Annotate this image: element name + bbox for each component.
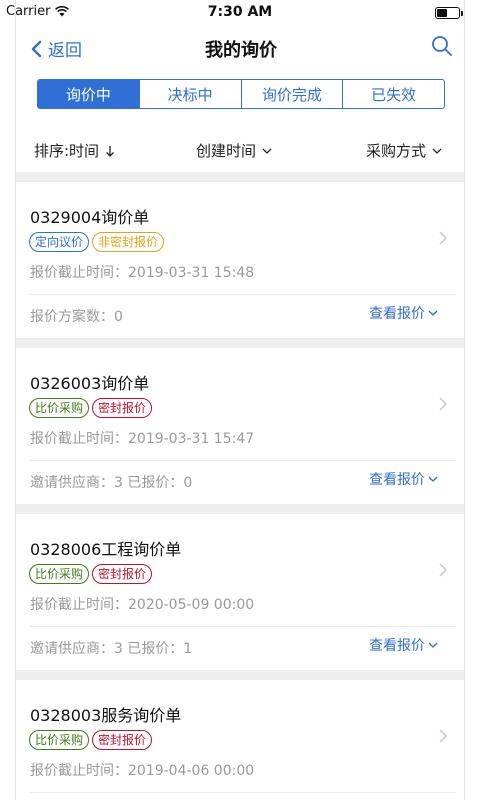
sort-filter-label: 排序:时间 xyxy=(34,142,100,160)
divider xyxy=(30,294,456,295)
chevron-down-icon xyxy=(432,148,442,154)
chevron-right-icon xyxy=(439,231,448,245)
chevron-right-icon xyxy=(439,397,448,411)
inquiry-title: 0328006工程询价单 xyxy=(30,540,182,559)
procurement-method-filter[interactable]: 采购方式 xyxy=(366,140,442,161)
tag-group: 比价采购 密封报价 xyxy=(29,564,153,584)
list-item[interactable]: 0326003询价单 比价采购 密封报价 报价截止时间：2019-03-31 1… xyxy=(16,348,464,504)
inquiry-title: 0329004询价单 xyxy=(30,208,150,227)
status-bar: Carrier 7:30 AM xyxy=(0,0,480,24)
tag: 比价采购 xyxy=(29,398,90,418)
chevron-right-icon xyxy=(439,563,448,577)
list-item[interactable]: 0328006工程询价单 比价采购 密封报价 报价截止时间：2020-05-09… xyxy=(16,514,464,670)
chevron-down-icon xyxy=(428,310,438,316)
divider xyxy=(30,792,456,793)
app-screen: 返回 我的询价 询价中 决标中 询价完成 已失效 排序:时间 创建时间 采购方式 xyxy=(15,0,465,800)
view-quotes-label: 查看报价 xyxy=(369,306,425,322)
view-quotes-button[interactable]: 查看报价 xyxy=(369,469,438,489)
quote-summary: 报价方案数：0 xyxy=(30,309,123,325)
view-quotes-button[interactable]: 查看报价 xyxy=(369,303,438,323)
view-quotes-label: 查看报价 xyxy=(369,472,425,488)
view-quotes-label: 查看报价 xyxy=(369,638,425,654)
chevron-down-icon xyxy=(262,148,272,154)
created-time-filter[interactable]: 创建时间 xyxy=(196,140,272,161)
chevron-down-icon xyxy=(428,476,438,482)
filter-bar: 排序:时间 创建时间 采购方式 xyxy=(16,132,464,172)
status-time: 7:30 AM xyxy=(207,4,273,20)
inquiry-title: 0326003询价单 xyxy=(30,374,150,393)
chevron-down-icon xyxy=(428,642,438,648)
tab-inquiring[interactable]: 询价中 xyxy=(38,80,139,108)
inquiry-title: 0328003服务询价单 xyxy=(30,706,182,725)
quote-deadline: 报价截止时间：2019-03-31 15:48 xyxy=(30,265,255,281)
view-quotes-button[interactable]: 查看报价 xyxy=(369,635,438,655)
tag-group: 比价采购 密封报价 xyxy=(29,730,153,750)
quote-summary: 邀请供应商：3 已报价：0 xyxy=(30,475,193,491)
nav-bar: 返回 我的询价 xyxy=(16,26,464,70)
list-item[interactable]: 0329004询价单 定向议价 非密封报价 报价截止时间：2019-03-31 … xyxy=(16,182,464,338)
tag: 密封报价 xyxy=(92,730,153,750)
divider xyxy=(30,460,456,461)
tag: 密封报价 xyxy=(92,398,153,418)
list-item[interactable]: 0328003服务询价单 比价采购 密封报价 报价截止时间：2019-04-06… xyxy=(16,680,464,800)
list-separator xyxy=(16,338,464,348)
quote-deadline: 报价截止时间：2019-04-06 00:00 xyxy=(30,763,255,779)
quote-summary: 邀请供应商：3 已报价：1 xyxy=(30,641,193,657)
list-separator xyxy=(16,504,464,514)
inquiry-list: 0329004询价单 定向议价 非密封报价 报价截止时间：2019-03-31 … xyxy=(16,172,464,800)
tag: 密封报价 xyxy=(92,564,153,584)
list-separator xyxy=(16,670,464,680)
tag: 非密封报价 xyxy=(92,232,165,252)
procurement-method-label: 采购方式 xyxy=(365,142,426,160)
list-separator xyxy=(16,172,464,182)
tag-group: 定向议价 非密封报价 xyxy=(29,232,165,252)
sort-filter[interactable]: 排序:时间 xyxy=(34,140,115,161)
chevron-right-icon xyxy=(439,729,448,743)
tag: 定向议价 xyxy=(29,232,90,252)
search-icon[interactable] xyxy=(430,34,454,58)
status-tabs: 询价中 决标中 询价完成 已失效 xyxy=(37,79,445,109)
battery-icon xyxy=(435,7,463,19)
quote-deadline: 报价截止时间：2019-03-31 15:47 xyxy=(30,431,255,447)
quote-deadline: 报价截止时间：2020-05-09 00:00 xyxy=(30,597,255,613)
page-title: 我的询价 xyxy=(205,40,277,61)
created-time-label: 创建时间 xyxy=(196,142,257,160)
tag-group: 比价采购 密封报价 xyxy=(29,398,153,418)
tab-awarding[interactable]: 决标中 xyxy=(138,80,241,108)
divider xyxy=(30,626,456,627)
arrow-down-icon xyxy=(106,145,115,157)
tag: 比价采购 xyxy=(29,564,90,584)
tab-completed[interactable]: 询价完成 xyxy=(240,80,343,108)
tab-expired[interactable]: 已失效 xyxy=(342,80,444,108)
tag: 比价采购 xyxy=(29,730,90,750)
